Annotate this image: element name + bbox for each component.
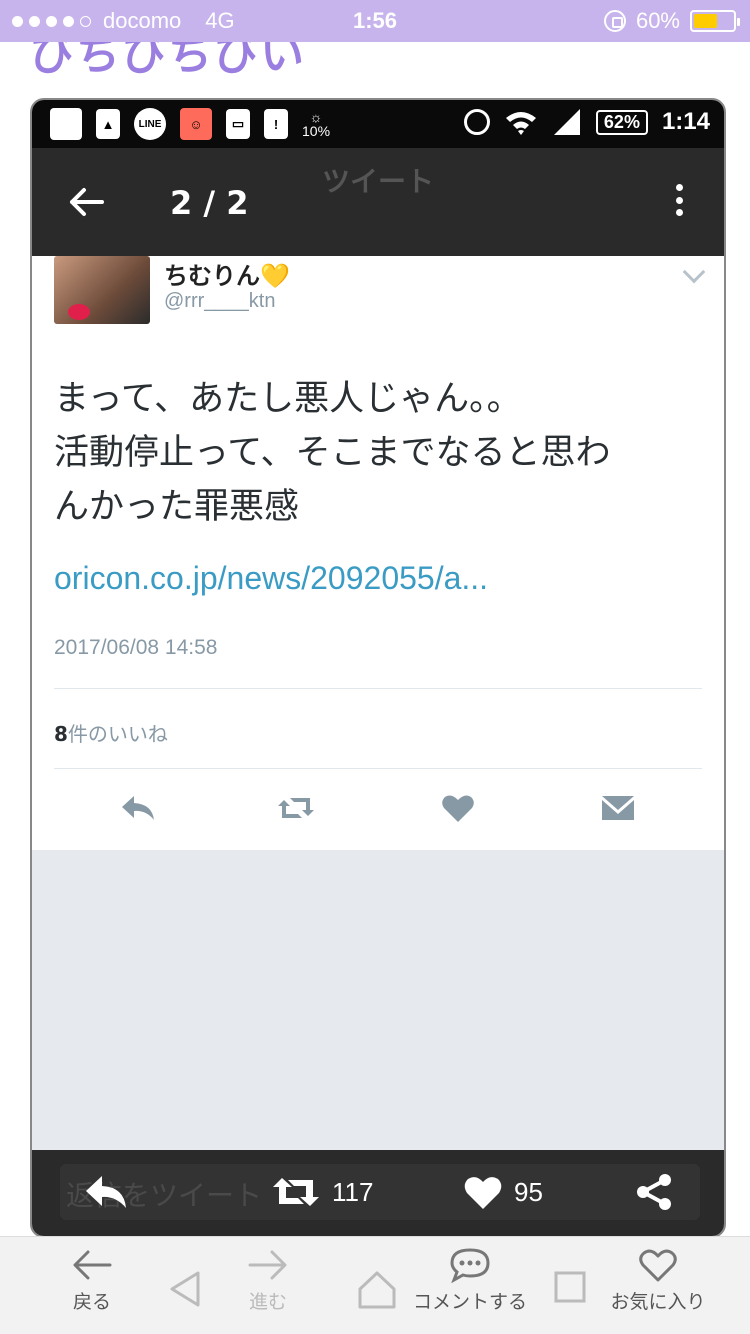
battery-percent: 60% [635, 8, 680, 33]
warning-icon: ! [264, 109, 288, 139]
reply-icon [86, 1176, 126, 1208]
forward-label: 進む [248, 1291, 287, 1313]
android-home-icon[interactable] [356, 1269, 398, 1309]
divider [54, 688, 702, 689]
speech-bubble-icon [450, 1248, 490, 1283]
gallery-icon: ▭ [226, 109, 250, 139]
viewer-bottom-bar: 返信をツイート 117 95 [32, 1150, 724, 1236]
comment-label: コメントする [412, 1291, 527, 1313]
tweet-text: まって、あたし悪人じゃん。。 活動停止って、そこまでなると思わ んかった罪悪感 [54, 372, 714, 534]
browser-toolbar: 戻る 進む コメントする お気に入り [0, 1236, 750, 1334]
retweet-count: 117 [332, 1176, 374, 1207]
share-button[interactable] [634, 1172, 674, 1212]
reply-icon[interactable] [116, 786, 160, 830]
ghost-reply-field: 返信をツイート [60, 1164, 700, 1220]
tweet-text-line: まって、あたし悪人じゃん。。 [54, 379, 522, 419]
arrow-left-icon [73, 1250, 112, 1280]
battery-icon [690, 10, 740, 32]
arrow-right-icon [248, 1250, 287, 1280]
favorite-label: お気に入り [610, 1291, 706, 1313]
retweet-icon [273, 1178, 319, 1206]
user-avatar[interactable] [54, 256, 150, 324]
cut-off-heading: びちびちびい [30, 42, 306, 80]
android-back-icon[interactable] [168, 1269, 204, 1309]
tweet-timestamp: 2017/06/08 14:58 [54, 636, 218, 659]
likes-summary[interactable]: 8件のいいね [54, 718, 168, 747]
back-arrow-icon[interactable] [66, 182, 106, 222]
alarm-icon [463, 109, 490, 135]
user-handle: @rrr____ktn [164, 290, 276, 312]
direct-message-icon[interactable] [596, 786, 640, 830]
retweet-button[interactable]: 117 [270, 1172, 373, 1212]
more-options-icon[interactable] [676, 184, 684, 216]
weather-icon: ☼ 10% [302, 109, 331, 139]
cell-signal-icon [553, 109, 580, 135]
retweet-icon[interactable] [274, 786, 318, 830]
empty-content-area [32, 850, 724, 1136]
chevron-down-icon[interactable] [682, 260, 706, 284]
android-battery: 62% [595, 109, 648, 135]
like-count: 95 [514, 1176, 543, 1207]
android-clock: 1:14 [661, 108, 710, 135]
android-recents-icon[interactable] [552, 1269, 588, 1305]
wifi-icon [505, 112, 536, 135]
sd-card-icon: ▲ [96, 109, 120, 139]
tweet-text-line: んかった罪悪感 [54, 487, 300, 527]
back-button[interactable]: 戻る [32, 1247, 152, 1314]
heart-icon [464, 1177, 502, 1209]
tweet-link[interactable]: oricon.co.jp/news/2092055/a... [54, 560, 488, 597]
tweet-actions [32, 786, 724, 836]
line-app-icon: LINE [134, 108, 166, 140]
display-name[interactable]: ちむりん💛 [164, 256, 290, 291]
game-app-icon: ☺ [180, 108, 212, 140]
like-icon[interactable] [436, 786, 480, 830]
page-header-fragment: びちびちびい [0, 42, 750, 100]
rotation-lock-icon [603, 10, 626, 32]
forward-button[interactable]: 進む [208, 1247, 328, 1314]
app-notification-icon [50, 108, 82, 140]
divider [54, 768, 702, 769]
heart-outline-icon [639, 1249, 677, 1282]
yellow-heart-icon: 💛 [260, 262, 290, 290]
tweet-card: ちむりん💛 @rrr____ktn まって、あたし悪人じゃん。。 活動停止って、… [32, 256, 724, 850]
embedded-screenshot: ▲ LINE ☺ ▭ ! ☼ 10% 62% 1:14 ツイート 2 / 2 ちむ… [30, 98, 726, 1238]
ghost-tweet-title: ツイート [321, 165, 434, 198]
tweet-text-line: 活動停止って、そこまでなると思わ [54, 433, 611, 473]
share-icon [637, 1174, 671, 1210]
image-viewer-toolbar: ツイート 2 / 2 [32, 148, 724, 256]
favorite-button[interactable]: お気に入り [596, 1247, 720, 1314]
reply-button[interactable] [82, 1172, 130, 1212]
ios-status-bar: docomo 4G 1:56 60% [0, 0, 750, 42]
android-status-bar: ▲ LINE ☺ ▭ ! ☼ 10% 62% 1:14 [32, 100, 724, 148]
page-counter: 2 / 2 [170, 184, 249, 222]
comment-button[interactable]: コメントする [400, 1247, 540, 1314]
like-button[interactable]: 95 [462, 1172, 543, 1212]
back-label: 戻る [72, 1291, 111, 1313]
